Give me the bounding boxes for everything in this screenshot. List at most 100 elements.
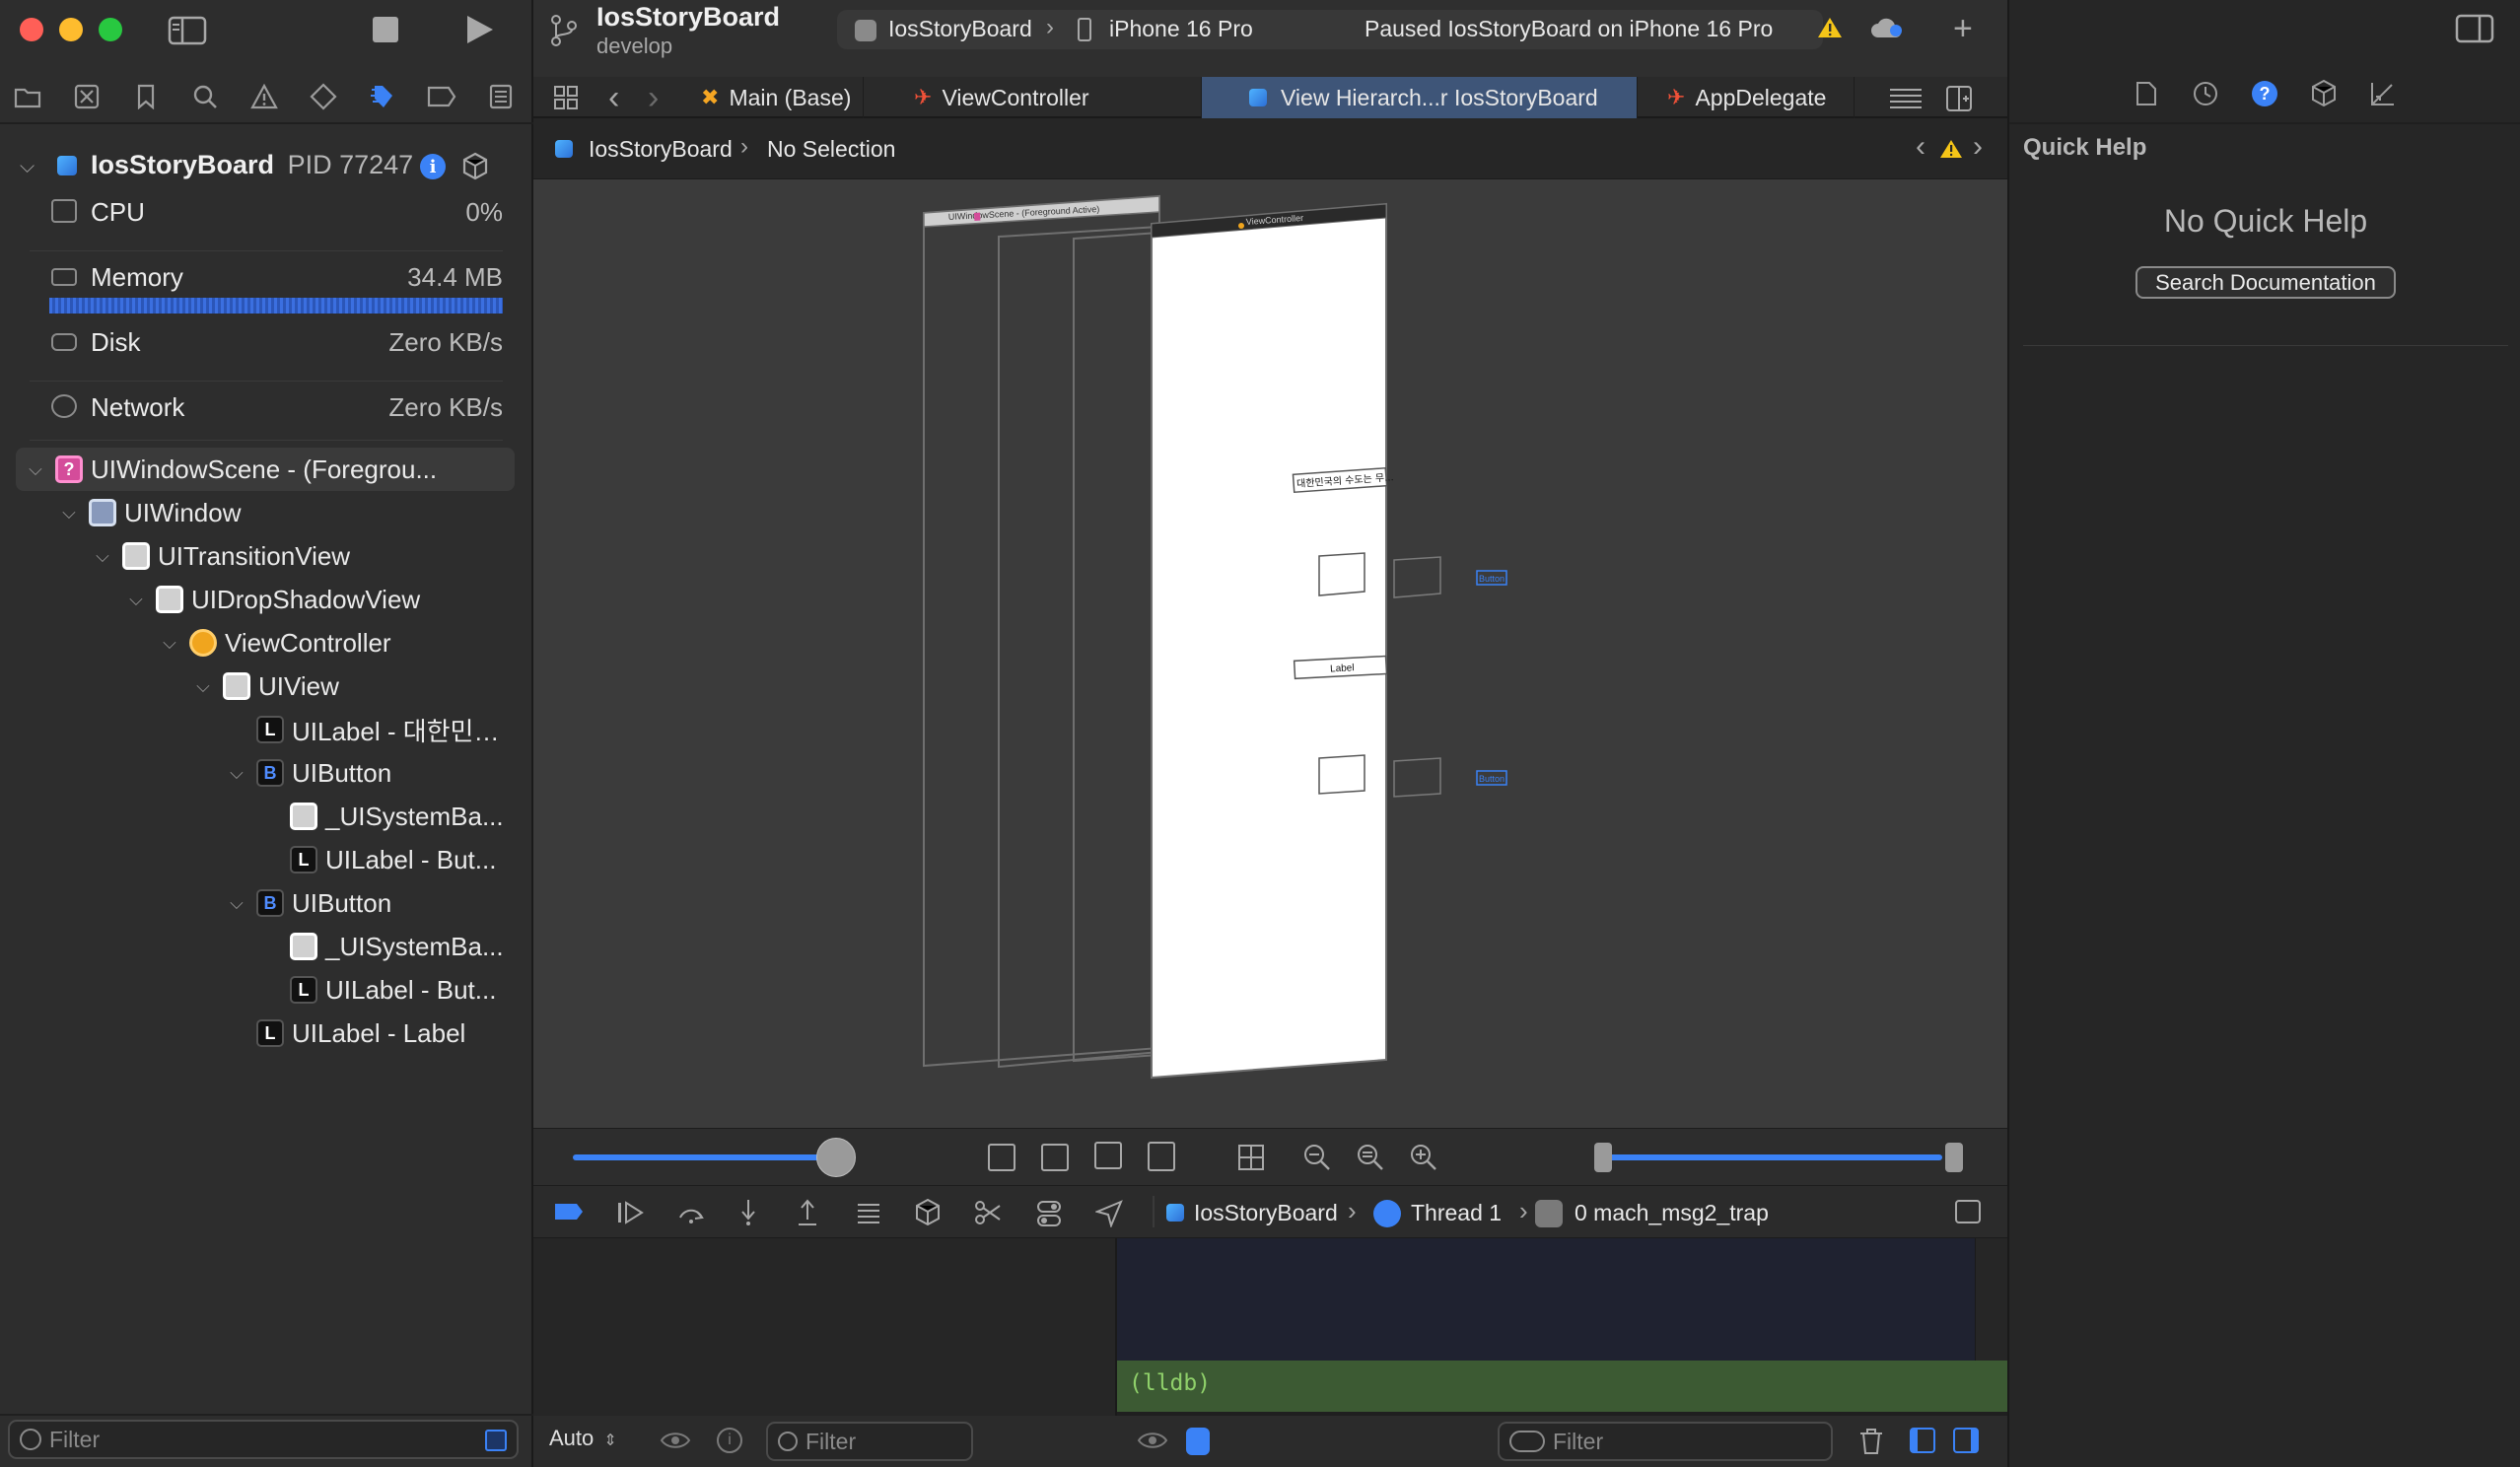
- tab-viewcontroller[interactable]: ✈ ViewController: [865, 77, 1202, 118]
- zoom-out-icon[interactable]: [1302, 1143, 1332, 1172]
- tree-row[interactable]: L UILabel - But...: [16, 838, 515, 881]
- breakpoints-toggle-icon[interactable]: [553, 1202, 585, 1222]
- branch-name[interactable]: develop: [596, 34, 672, 59]
- issue-navigator-icon[interactable]: [245, 77, 284, 116]
- actual-size-icon[interactable]: [1356, 1143, 1385, 1172]
- disclosure-chevron-icon[interactable]: ⌵: [160, 633, 179, 653]
- tree-row[interactable]: ⌵? UIWindowScene - (Foregrou...: [16, 448, 515, 491]
- breakpoint-navigator-icon[interactable]: [422, 77, 461, 116]
- tree-row[interactable]: ⌵ UITransitionView: [16, 534, 515, 578]
- debug-target[interactable]: IosStoryBoard: [1194, 1200, 1338, 1226]
- console-filter-field[interactable]: Filter: [1498, 1422, 1833, 1461]
- variables-view[interactable]: [533, 1238, 1117, 1416]
- simulate-location-icon[interactable]: [1095, 1200, 1123, 1227]
- gauge-cpu[interactable]: CPU 0%: [30, 185, 503, 239]
- project-navigator-icon[interactable]: [8, 77, 47, 116]
- back-icon[interactable]: ‹: [608, 79, 619, 117]
- previous-issue-icon[interactable]: ‹: [1916, 130, 1925, 164]
- tree-row[interactable]: _UISystemBa...: [16, 795, 515, 838]
- jumpbar-project[interactable]: IosStoryBoard: [589, 136, 733, 163]
- object-inspector-icon[interactable]: [2311, 79, 2337, 108]
- disclosure-chevron-icon[interactable]: ⌵: [193, 676, 213, 696]
- show-variables-icon[interactable]: [1910, 1428, 1935, 1453]
- console-options-icon[interactable]: [1186, 1428, 1210, 1455]
- tree-row[interactable]: L UILabel - But...: [16, 968, 515, 1012]
- button-frame[interactable]: [1318, 552, 1365, 596]
- forward-icon[interactable]: ›: [648, 79, 659, 117]
- process-disclosure-icon[interactable]: ⌵: [20, 156, 35, 178]
- size-inspector-icon[interactable]: [2370, 81, 2396, 106]
- file-inspector-icon[interactable]: [2135, 81, 2157, 106]
- tab-view-hierarchy[interactable]: View Hierarch...r IosStoryBoard: [1202, 77, 1638, 118]
- disclosure-chevron-icon[interactable]: ⌵: [227, 893, 246, 913]
- step-into-icon[interactable]: [736, 1198, 760, 1227]
- zoom-in-icon[interactable]: [1409, 1143, 1438, 1172]
- split-editor-icon[interactable]: [1945, 85, 1973, 112]
- navigator-filter-field[interactable]: Filter: [8, 1420, 519, 1459]
- range-slider-left-handle[interactable]: [1594, 1143, 1612, 1172]
- test-navigator-icon[interactable]: [304, 77, 343, 116]
- sidebar-toggle-icon[interactable]: [168, 16, 207, 45]
- button-background-layer[interactable]: [1393, 556, 1441, 598]
- close-window-button[interactable]: [20, 18, 43, 41]
- tab-main-base[interactable]: ✖ Main (Base): [691, 77, 864, 118]
- scheme-selector[interactable]: IosStoryBoard: [888, 16, 1032, 42]
- disclosure-chevron-icon[interactable]: ⌵: [93, 546, 112, 566]
- tree-row[interactable]: L UILabel - Label: [16, 1012, 515, 1055]
- next-issue-icon[interactable]: ›: [1973, 130, 1983, 164]
- button-frame[interactable]: [1318, 754, 1365, 795]
- show-clipped-content-icon[interactable]: [988, 1144, 1015, 1171]
- environment-overrides-icon[interactable]: [973, 1200, 1003, 1225]
- tree-row[interactable]: ⌵ B UIButton: [16, 881, 515, 925]
- device-selector[interactable]: iPhone 16 Pro: [1109, 16, 1253, 42]
- disclosure-chevron-icon[interactable]: ⌵: [227, 763, 246, 783]
- exploded-view-hierarchy[interactable]: UIWindowScene - (Foreground Active) View…: [533, 179, 2007, 1128]
- tree-row[interactable]: ⌵ UIWindow: [16, 491, 515, 534]
- source-control-navigator-icon[interactable]: [67, 77, 106, 116]
- continue-icon[interactable]: [616, 1200, 646, 1225]
- show-layers-icon[interactable]: [1148, 1142, 1175, 1171]
- report-navigator-icon[interactable]: [481, 77, 521, 116]
- inspector-toggle-icon[interactable]: [2455, 14, 2494, 43]
- process-options-icon[interactable]: [461, 152, 489, 181]
- adjust-view-mode-icon[interactable]: [1094, 1142, 1122, 1169]
- disclosure-chevron-icon[interactable]: ⌵: [59, 503, 79, 523]
- zoom-window-button[interactable]: [99, 18, 122, 41]
- range-slider-right-handle[interactable]: [1945, 1143, 1963, 1172]
- tree-row[interactable]: ⌵ ViewController: [16, 621, 515, 664]
- disclosure-chevron-icon[interactable]: ⌵: [126, 590, 146, 609]
- tree-row[interactable]: ⌵ UIView: [16, 664, 515, 708]
- find-navigator-icon[interactable]: [185, 77, 225, 116]
- spacing-slider-thumb[interactable]: [816, 1138, 856, 1177]
- run-icon[interactable]: [463, 14, 495, 45]
- console-prompt-line[interactable]: (lldb): [1117, 1361, 2007, 1412]
- step-out-icon[interactable]: [796, 1198, 819, 1227]
- quick-help-inspector-icon[interactable]: ?: [2252, 81, 2277, 106]
- debug-navigator-icon[interactable]: [363, 77, 402, 116]
- step-over-icon[interactable]: [677, 1200, 707, 1225]
- debug-view-hierarchy-icon[interactable]: [855, 1200, 882, 1225]
- warning-icon[interactable]: [1817, 16, 1843, 39]
- toggle-options-icon[interactable]: [1036, 1200, 1062, 1227]
- spacing-slider-track[interactable]: [573, 1154, 839, 1160]
- history-inspector-icon[interactable]: [2193, 81, 2218, 106]
- console-view[interactable]: (lldb): [1117, 1238, 2007, 1416]
- show-console-icon[interactable]: [1953, 1428, 1979, 1453]
- show-constraints-icon[interactable]: [1041, 1144, 1069, 1171]
- jumpbar-selection[interactable]: No Selection: [767, 136, 895, 163]
- disclosure-chevron-icon[interactable]: ⌵: [26, 459, 45, 479]
- info-outline-icon[interactable]: i: [717, 1428, 742, 1453]
- debug-memory-graph-icon[interactable]: [914, 1198, 942, 1227]
- eye-icon[interactable]: [660, 1430, 691, 1451]
- warning-icon[interactable]: [1939, 138, 1963, 160]
- project-title[interactable]: IosStoryBoard: [596, 2, 780, 33]
- range-slider-track[interactable]: [1602, 1154, 1942, 1160]
- hide-debug-area-icon[interactable]: [1955, 1200, 1981, 1223]
- debug-thread[interactable]: Thread 1: [1411, 1200, 1502, 1226]
- gauge-memory[interactable]: Memory 34.4 MB: [30, 250, 503, 304]
- tree-row[interactable]: ⌵ UIDropShadowView: [16, 578, 515, 621]
- stop-icon[interactable]: [373, 17, 398, 42]
- auto-scope-selector[interactable]: Auto ⇕: [549, 1426, 617, 1451]
- label-view[interactable]: Label: [1293, 655, 1388, 680]
- tree-row[interactable]: L UILabel - 대한민…: [16, 708, 515, 751]
